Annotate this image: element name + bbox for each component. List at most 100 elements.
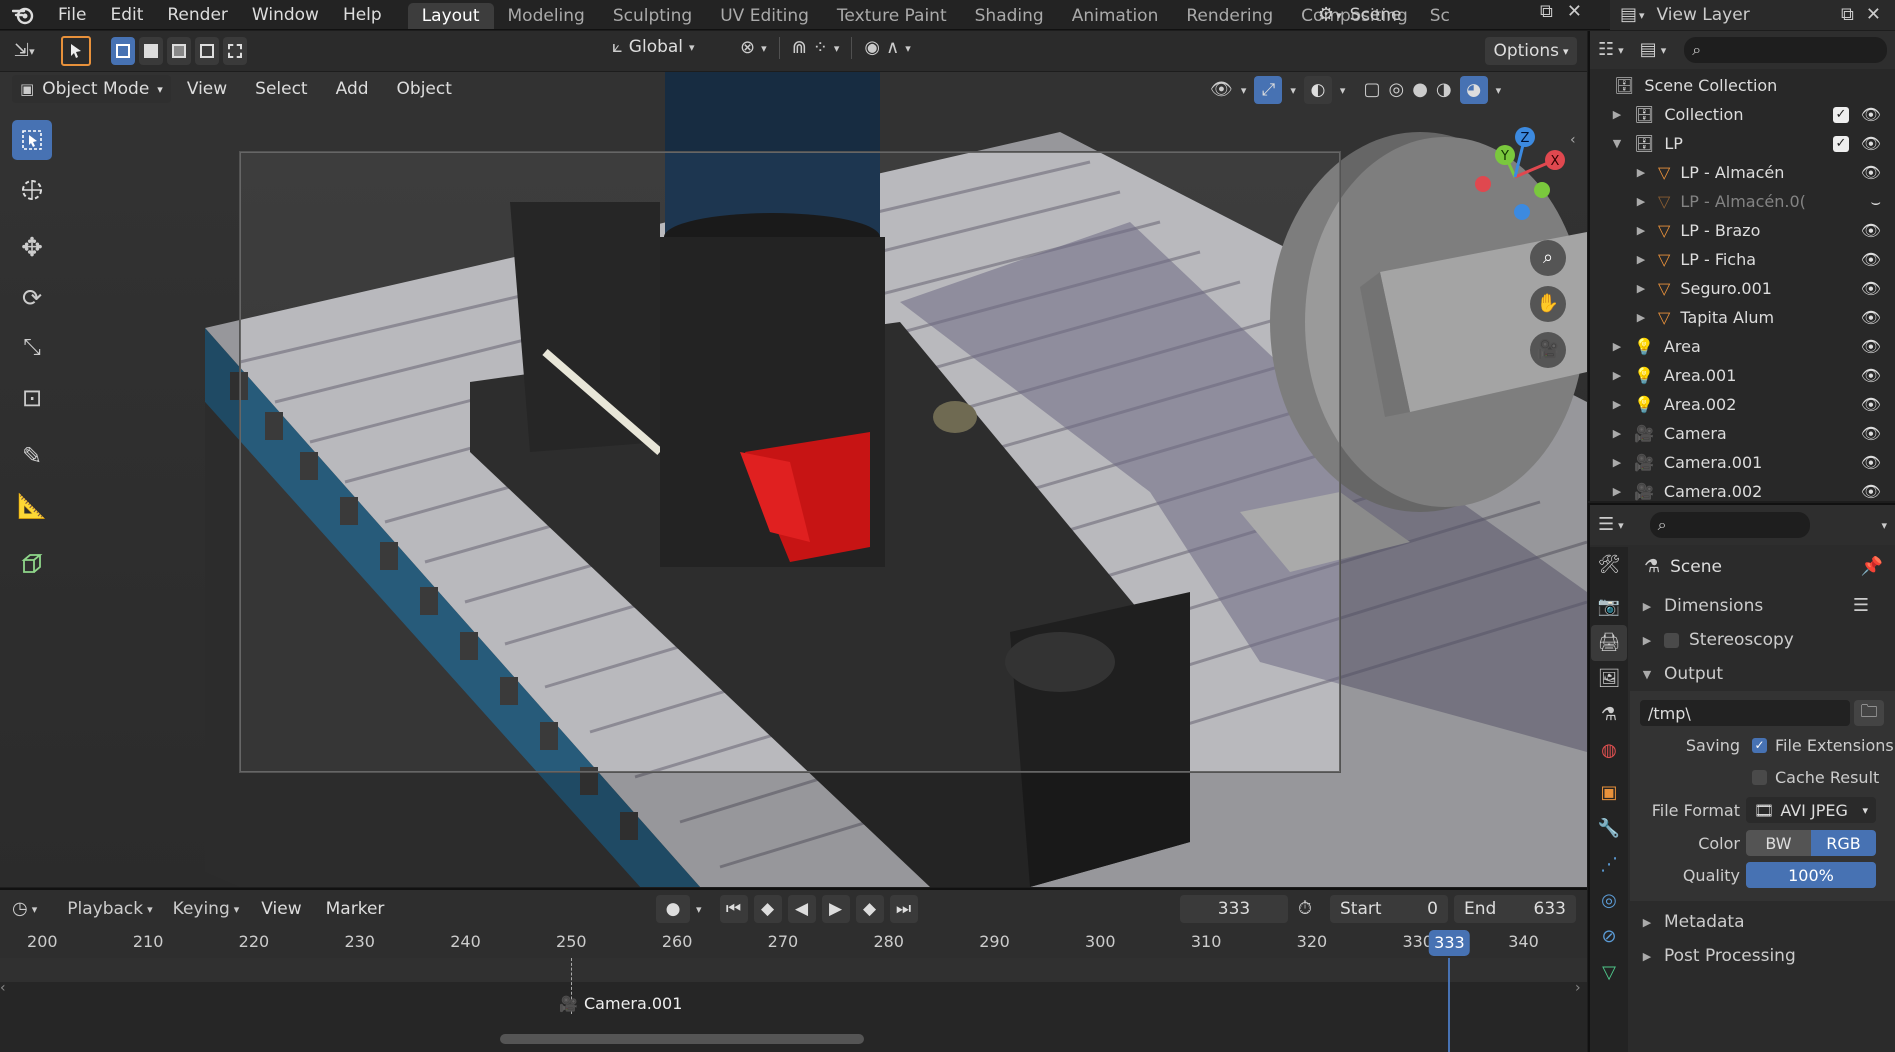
mode-dropdown[interactable]: ▣ Object Mode ▾ — [12, 75, 171, 103]
outliner-editor-icon[interactable]: ☷ — [1598, 41, 1614, 59]
select-tool-icon[interactable] — [60, 36, 91, 66]
outliner-item[interactable]: ▶ ▽ LP - Brazo 👁 — [1590, 216, 1895, 245]
tab-modeling[interactable]: Modeling — [494, 3, 599, 29]
viewport-menu-object[interactable]: Object — [385, 74, 464, 104]
eye-icon[interactable]: 👁 — [1861, 337, 1881, 356]
tool-tab-icon[interactable]: 🛠 — [1591, 547, 1627, 583]
xray-icon[interactable]: ▢ — [1363, 81, 1380, 99]
chevron-right-icon[interactable]: › — [1575, 980, 1581, 996]
outliner-item[interactable]: ▶ 🎥 Camera.001 👁 — [1590, 448, 1895, 477]
chevron-down-icon[interactable]: ▼ — [1610, 137, 1624, 150]
select-new-icon[interactable] — [110, 37, 135, 65]
scene-tab-icon[interactable]: ⚗ — [1591, 697, 1627, 733]
eye-icon[interactable]: 👁 — [1861, 308, 1881, 327]
quality-slider[interactable]: 100% — [1746, 862, 1876, 888]
rotate-icon[interactable]: ⟳ — [12, 278, 52, 318]
cache-result-checkbox[interactable] — [1752, 769, 1767, 785]
transform-pivot-dropdown[interactable]: ⇲ ▾ — [14, 42, 35, 60]
chevron-right-icon[interactable]: ▶ — [1610, 456, 1624, 469]
viewport-menu-add[interactable]: Add — [324, 74, 381, 104]
outliner-item[interactable]: ▼ 🗄 LP ✓ 👁 — [1590, 129, 1895, 158]
outliner-item[interactable]: ▶ 💡 Area 👁 — [1590, 332, 1895, 361]
scale-icon[interactable]: ⤡ — [12, 328, 52, 368]
eye-icon[interactable]: 👁 — [1861, 105, 1881, 124]
scene-selector[interactable]: ⚙ ▾ Scene — [1318, 0, 1402, 30]
outliner-item[interactable]: ▶ ▽ Tapita Alum 👁 — [1590, 303, 1895, 332]
chevron-left-icon[interactable]: ‹ — [1570, 132, 1576, 148]
stereoscopy-checkbox[interactable] — [1664, 632, 1679, 648]
cursor-icon[interactable] — [12, 170, 52, 210]
zoom-icon[interactable]: ⌕ — [1530, 240, 1566, 276]
properties-search-input[interactable]: ⌕ — [1649, 512, 1810, 538]
new-layer-icon[interactable]: ⧉ — [1841, 6, 1854, 24]
panel-dimensions[interactable]: ▶ Dimensions ☰ — [1630, 589, 1895, 623]
chevron-down-icon[interactable]: ▾ — [1881, 520, 1887, 531]
output-path-input[interactable]: /tmp\ — [1640, 700, 1850, 726]
list-icon[interactable]: ☰ — [1853, 597, 1869, 615]
exclude-checkbox[interactable]: ✓ — [1833, 106, 1849, 123]
render-tab-icon[interactable]: 📷 — [1591, 589, 1627, 625]
eye-icon[interactable]: 👁 — [1861, 221, 1881, 240]
exclude-checkbox[interactable]: ✓ — [1833, 135, 1849, 152]
data-tab-icon[interactable]: ▽ — [1591, 955, 1627, 991]
outliner-item[interactable]: ▶ 🎥 Camera.002 👁 — [1590, 477, 1895, 506]
chevron-right-icon[interactable]: ▶ — [1634, 253, 1648, 266]
outliner-item[interactable]: ▶ ▽ LP - Ficha 👁 — [1590, 245, 1895, 274]
chevron-right-icon[interactable]: ▶ — [1610, 398, 1624, 411]
file-extensions-checkbox[interactable]: ✓ — [1752, 737, 1767, 753]
outliner-search-input[interactable]: ⌕ — [1684, 37, 1887, 63]
select-subtract-icon[interactable] — [166, 37, 191, 65]
tab-shading[interactable]: Shading — [961, 3, 1058, 29]
chevron-left-icon[interactable]: ‹ — [0, 980, 6, 996]
eye-icon[interactable]: 👁 — [1861, 366, 1881, 385]
object-tab-icon[interactable]: ▣ — [1591, 775, 1627, 811]
tab-uv-editing[interactable]: UV Editing — [706, 3, 823, 29]
tab-animation[interactable]: Animation — [1058, 3, 1173, 29]
pin-icon[interactable]: 📌 — [1861, 558, 1883, 576]
eye-closed-icon[interactable]: ⌣ — [1870, 192, 1881, 212]
outliner-item[interactable]: ▶ 🗄 Collection ✓ 👁 — [1590, 100, 1895, 129]
display-mode-icon[interactable]: ▤ — [1640, 41, 1657, 59]
panel-stereoscopy[interactable]: ▶ Stereoscopy — [1630, 623, 1895, 657]
file-format-dropdown[interactable]: 🎞 AVI JPEG ▾ — [1746, 797, 1876, 823]
chevron-right-icon[interactable]: ▶ — [1610, 340, 1624, 353]
jump-start-icon[interactable]: ⏮ — [719, 895, 748, 923]
properties-editor-icon[interactable]: ☰ — [1598, 516, 1614, 534]
eye-icon[interactable]: 👁 — [1861, 424, 1881, 443]
playhead[interactable]: 333 — [1429, 930, 1470, 956]
menu-render[interactable]: Render — [155, 0, 240, 30]
pan-hand-icon[interactable]: ✋ — [1530, 286, 1566, 322]
constraints-tab-icon[interactable]: ⊘ — [1591, 919, 1627, 955]
chevron-right-icon[interactable]: ▶ — [1634, 166, 1648, 179]
chevron-right-icon[interactable]: ▶ — [1610, 427, 1624, 440]
chevron-right-icon[interactable]: ▶ — [1634, 282, 1648, 295]
tab-layout[interactable]: Layout — [407, 2, 494, 29]
modifier-tab-icon[interactable]: 🔧 — [1591, 811, 1627, 847]
eye-icon[interactable]: 👁 — [1861, 279, 1881, 298]
blender-logo-icon[interactable] — [0, 0, 46, 30]
snap-target-icon[interactable]: ⁘ — [813, 39, 828, 57]
camera-view-icon[interactable]: 🎥 — [1530, 332, 1566, 368]
rendered-shading-icon[interactable]: ◕ — [1459, 76, 1488, 104]
view-layer-selector[interactable]: ▤ ▾ View Layer ⧉ ✕ — [1610, 0, 1895, 30]
move-icon[interactable]: ✥ — [12, 228, 52, 268]
physics-tab-icon[interactable]: ◎ — [1591, 883, 1627, 919]
measure-icon[interactable]: 📐 — [12, 486, 52, 526]
menu-edit[interactable]: Edit — [98, 0, 155, 30]
output-tab-icon[interactable]: 🖨 — [1591, 625, 1627, 661]
transform-icon[interactable]: ⊡ — [12, 378, 52, 418]
select-box-icon[interactable] — [12, 120, 52, 160]
scene-collection-row[interactable]: 🗄 Scene Collection — [1590, 71, 1895, 100]
falloff-icon[interactable]: ∧ — [886, 39, 899, 57]
eye-icon[interactable]: 👁 — [1861, 482, 1881, 501]
outliner-item[interactable]: ▶ ▽ LP - Almacén 👁 — [1590, 158, 1895, 187]
panel-output[interactable]: ▼ Output — [1630, 657, 1895, 691]
folder-icon[interactable]: 🗀 — [1854, 700, 1884, 726]
navigation-gizmo[interactable]: X Y Z — [1465, 122, 1575, 232]
panel-post-processing[interactable]: ▶ Post Processing — [1630, 939, 1895, 973]
start-frame-field[interactable]: Start 0 — [1330, 895, 1448, 923]
eye-icon[interactable]: 👁 — [1861, 453, 1881, 472]
menu-file[interactable]: File — [46, 0, 98, 30]
chevron-right-icon[interactable]: ▶ — [1634, 224, 1648, 237]
solid-shading-icon[interactable]: ● — [1412, 81, 1428, 99]
